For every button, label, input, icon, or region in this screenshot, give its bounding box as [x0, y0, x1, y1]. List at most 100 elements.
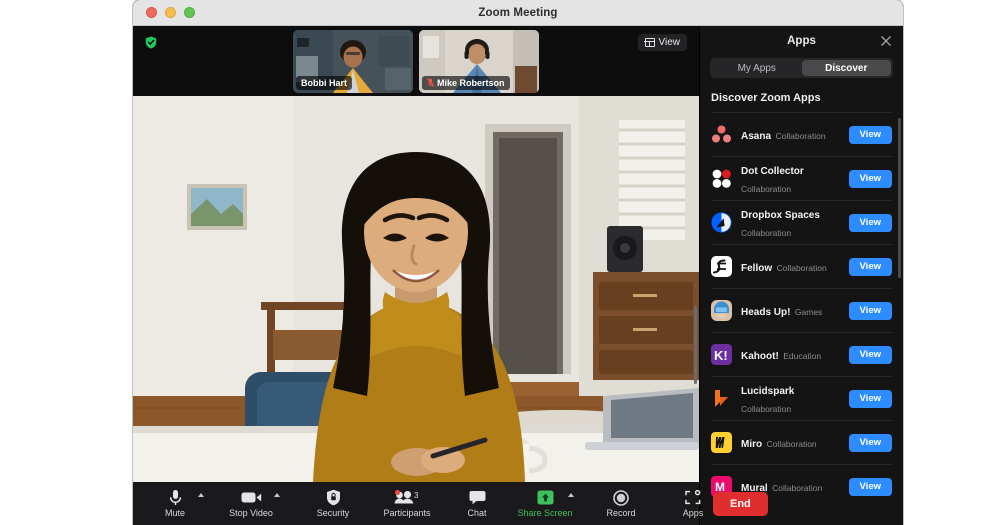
app-category: Collaboration [767, 439, 817, 449]
chat-button-label: Chat [467, 508, 486, 518]
dropbox-spaces-icon [711, 212, 732, 233]
list-item[interactable]: Miro Collaboration View [711, 420, 892, 464]
chat-button[interactable]: Chat [457, 489, 497, 518]
participant-name: Mike Robertson [437, 78, 505, 88]
record-circle-icon [613, 489, 629, 506]
close-icon[interactable] [880, 35, 892, 47]
stop-video-button[interactable]: Stop Video [231, 489, 271, 518]
view-app-button[interactable]: View [849, 346, 892, 364]
share-options-caret[interactable] [568, 493, 574, 497]
miro-icon [711, 432, 732, 453]
participants-button[interactable]: 3 Participants [387, 489, 427, 518]
list-item[interactable]: Asana Collaboration View [711, 112, 892, 156]
participant-nametag: Mike Robertson [422, 76, 510, 90]
app-category: Collaboration [772, 483, 822, 493]
app-name: Asana [741, 131, 771, 142]
apps-panel: Apps My Apps Discover Discover Zoom Apps [699, 26, 903, 525]
app-info: Lucidspark Collaboration [741, 381, 840, 417]
app-name: Fellow [741, 263, 772, 274]
apps-button-label: Apps [683, 508, 704, 518]
svg-text:3: 3 [414, 491, 419, 500]
share-screen-button[interactable]: Share Screen [525, 489, 565, 518]
app-category: Education [783, 351, 821, 361]
participants-notification-badge [395, 490, 400, 495]
list-item[interactable]: Lucidspark Collaboration View [711, 376, 892, 420]
app-category: Collaboration [741, 184, 791, 194]
window-titlebar: Zoom Meeting [133, 0, 903, 26]
video-options-caret[interactable] [274, 493, 280, 497]
participant-name: Bobbi Hart [301, 78, 347, 88]
shield-icon [326, 489, 341, 506]
list-item[interactable]: Dot Collector Collaboration View [711, 156, 892, 200]
view-app-button[interactable]: View [849, 434, 892, 452]
app-name: Miro [741, 439, 762, 450]
video-stage: Bobbi Hart [133, 26, 699, 525]
share-screen-button-label: Share Screen [517, 508, 572, 518]
view-app-button[interactable]: View [849, 302, 892, 320]
microphone-icon [169, 489, 182, 506]
apps-icon [685, 489, 701, 506]
security-button[interactable]: Security [313, 489, 353, 518]
app-category: Collaboration [777, 263, 827, 273]
view-app-button[interactable]: View [849, 478, 892, 496]
record-button[interactable]: Record [601, 489, 641, 518]
participant-filmstrip: Bobbi Hart [133, 26, 699, 96]
discover-section-title: Discover Zoom Apps [711, 92, 903, 104]
mute-options-caret[interactable] [198, 493, 204, 497]
view-app-button[interactable]: View [849, 390, 892, 408]
view-app-button[interactable]: View [849, 126, 892, 144]
app-info: Dot Collector Collaboration [741, 161, 840, 197]
apps-button[interactable]: Apps [673, 489, 713, 518]
list-item[interactable]: Heads Up! Games View [711, 288, 892, 332]
app-name: Dot Collector [741, 166, 804, 177]
view-app-button[interactable]: View [849, 258, 892, 276]
stop-video-button-label: Stop Video [229, 508, 273, 518]
participant-thumbnail[interactable]: Bobbi Hart [293, 30, 413, 93]
app-name: Dropbox Spaces [741, 210, 820, 221]
asana-icon [711, 124, 732, 145]
view-button-label: View [659, 37, 681, 48]
window-title: Zoom Meeting [133, 7, 903, 19]
app-category: Collaboration [741, 228, 791, 238]
view-app-button[interactable]: View [849, 170, 892, 188]
app-info: Dropbox Spaces Collaboration [741, 205, 840, 241]
tab-discover[interactable]: Discover [802, 60, 892, 76]
view-app-button[interactable]: View [849, 214, 892, 232]
list-item[interactable]: Fellow Collaboration View [711, 244, 892, 288]
participant-thumbnail[interactable]: Mike Robertson [419, 30, 539, 93]
list-item[interactable]: K! Kahoot! Education View [711, 332, 892, 376]
view-layout-button[interactable]: View [638, 34, 688, 51]
app-info: Fellow Collaboration [741, 258, 840, 276]
apps-list: Asana Collaboration View Dot Collector C… [700, 112, 903, 525]
active-speaker-video [133, 96, 699, 482]
speech-bubble-icon [469, 489, 486, 506]
participant-nametag: Bobbi Hart [296, 76, 352, 90]
apps-panel-scrollbar[interactable] [898, 118, 901, 278]
app-category: Collaboration [775, 131, 825, 141]
fellow-icon [711, 256, 732, 277]
window-body: Bobbi Hart [133, 26, 903, 525]
list-item[interactable]: Dropbox Spaces Collaboration View [711, 200, 892, 244]
app-category: Games [795, 307, 822, 317]
dot-collector-icon [711, 168, 732, 189]
app-info: Heads Up! Games [741, 302, 840, 320]
svg-text:K!: K! [714, 348, 728, 363]
security-button-label: Security [317, 508, 350, 518]
tab-my-apps[interactable]: My Apps [712, 60, 802, 76]
app-info: Kahoot! Education [741, 346, 840, 364]
app-info: Asana Collaboration [741, 126, 840, 144]
main-video-feed[interactable] [133, 96, 699, 525]
apps-panel-title: Apps [787, 35, 816, 47]
participants-button-label: Participants [383, 508, 430, 518]
video-camera-icon [241, 489, 262, 506]
share-screen-icon [537, 489, 554, 506]
app-name: Kahoot! [741, 351, 779, 362]
mute-button[interactable]: Mute [155, 489, 195, 518]
mute-button-label: Mute [165, 508, 185, 518]
lucidspark-icon [711, 388, 732, 409]
app-info: Miro Collaboration [741, 434, 840, 452]
record-button-label: Record [606, 508, 635, 518]
video-scrollbar[interactable] [694, 306, 697, 384]
screen: Zoom Meeting [0, 0, 1000, 525]
end-meeting-button[interactable]: End [713, 492, 768, 516]
